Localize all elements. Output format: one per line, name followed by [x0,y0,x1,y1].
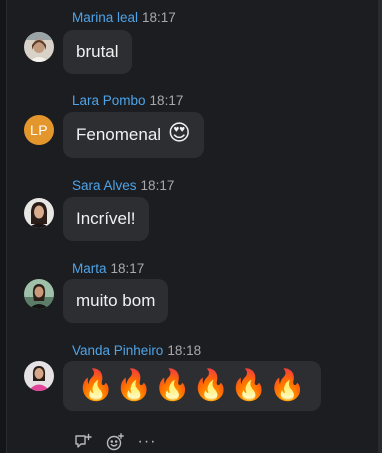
timestamp: 18:18 [167,343,202,358]
message-text: muito bom [76,291,156,310]
left-rail [0,0,7,453]
avatar[interactable] [24,279,54,309]
chat-thread: Marina leal 18:17 brutal LP Lara Pombo 18:… [0,0,382,453]
avatar-photo-icon [24,32,54,62]
avatar-photo-icon [24,361,54,391]
message-bubble[interactable]: Incrível! [63,197,149,241]
sender-name[interactable]: Sara Alves [72,178,137,193]
message-bubble[interactable]: Fenomenal 😍 [63,112,204,158]
scrollbar[interactable] [378,0,382,453]
avatar-photo-icon [24,279,54,309]
sender-name[interactable]: Vanda Pinheiro [72,343,163,358]
reply-icon[interactable] [72,431,94,453]
sender-name[interactable]: Marta [72,261,107,276]
avatar[interactable] [24,32,54,62]
sender-name[interactable]: Lara Pombo [72,93,146,108]
timestamp: 18:17 [149,93,184,108]
message-text: Incrível! [76,209,136,228]
timestamp: 18:17 [142,10,176,25]
message-header: Marina leal 18:17 [72,10,176,26]
add-reaction-icon[interactable] [104,431,126,453]
avatar-photo-icon [24,198,54,228]
message-text: Fenomenal [76,125,162,144]
avatar-initials[interactable]: LP [24,115,54,145]
message-bubble[interactable]: muito bom [63,279,169,323]
message-header: Lara Pombo 18:17 [72,93,183,109]
message-header: Vanda Pinheiro 18:18 [72,343,201,359]
message-text: brutal [76,42,119,61]
more-icon[interactable]: ··· [136,431,158,453]
fire-emoji-row: 🔥🔥🔥🔥🔥🔥 [77,369,308,402]
message-bubble[interactable]: brutal [63,30,132,74]
avatar[interactable] [24,361,54,391]
message-header: Sara Alves 18:17 [72,178,174,194]
timestamp: 18:17 [140,178,175,193]
message-actions: ··· [72,431,158,453]
message-header: Marta 18:17 [72,261,144,277]
avatar[interactable] [24,198,54,228]
message-bubble[interactable]: 🔥🔥🔥🔥🔥🔥 [63,361,322,411]
sender-name[interactable]: Marina leal [72,10,138,25]
timestamp: 18:17 [110,261,145,276]
heart-eyes-emoji: 😍 [167,120,191,145]
